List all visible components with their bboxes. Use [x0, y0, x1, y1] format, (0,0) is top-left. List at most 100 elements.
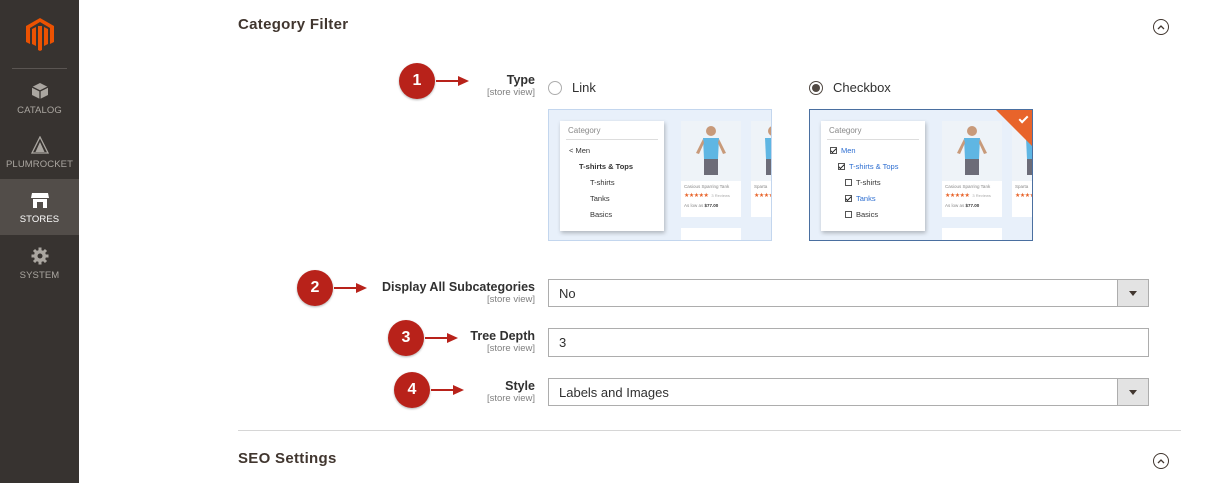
price-value: $77.00 [704, 203, 719, 208]
category-line: Men [830, 146, 856, 155]
preview-checkbox[interactable]: Category Men T-shirts & Tops T-shirts Ta… [809, 109, 1033, 241]
product-image [751, 121, 771, 181]
product-card: Casious Sparring Tank ★★★★★ 3 Reviews As … [681, 121, 741, 217]
annotation-marker-1: 1 [399, 63, 435, 99]
checkbox-icon [845, 211, 852, 218]
divider [827, 139, 919, 140]
category-line: Tanks [590, 194, 610, 203]
logo-divider [12, 68, 67, 69]
type-scope: [store view] [486, 87, 535, 98]
collapse-seo-settings-button[interactable] [1153, 453, 1169, 469]
sidebar-item-label: SYSTEM [19, 269, 60, 281]
sidebar-item-catalog[interactable]: CATALOG [0, 70, 79, 126]
category-line-label: T-shirts & Tops [849, 162, 899, 171]
sidebar-item-system[interactable]: SYSTEM [0, 235, 79, 291]
label-text: Style [505, 379, 535, 393]
product-name: Casious Sparring Tank [684, 184, 730, 189]
category-line-label: Men [841, 146, 856, 155]
display-all-subcategories-label: Display All Subcategories [store view] [382, 280, 535, 305]
price-prefix: As low as [684, 203, 704, 208]
category-line: < Men [569, 146, 591, 155]
category-line-label: Basics [856, 210, 879, 219]
category-box: Category Men T-shirts & Tops T-shirts Ta… [821, 121, 925, 231]
arrow-right-icon [431, 385, 464, 395]
type-radio-link[interactable]: Link [548, 80, 596, 95]
radio-circle[interactable] [809, 80, 823, 95]
dropdown-arrow-icon[interactable] [1117, 280, 1148, 306]
radio-label: Link [572, 80, 596, 95]
store-icon [30, 190, 50, 210]
divider [566, 139, 658, 140]
label-text: Tree Depth [470, 329, 535, 343]
plumrocket-icon [30, 135, 49, 155]
product-price: As low as $77.00 [945, 203, 979, 208]
product-rating: ★★★★★ [1015, 193, 1032, 199]
type-radio-checkbox[interactable]: Checkbox [809, 80, 891, 95]
sidebar-item-plumrocket[interactable]: PLUMROCKET [0, 124, 79, 180]
category-box-title: Category [568, 126, 601, 135]
radio-circle[interactable] [548, 80, 562, 95]
category-line-label: T-shirts [856, 178, 881, 187]
stars-text: ★★★★★ [684, 193, 709, 199]
type-label: Type [store view] [487, 73, 535, 98]
dropdown-arrow-icon[interactable] [1117, 379, 1148, 405]
sidebar-item-stores[interactable]: STORES [0, 179, 79, 235]
display-all-subcategories-select[interactable]: No [548, 279, 1149, 307]
category-line: Tanks [845, 194, 876, 203]
annotation-marker-4: 4 [394, 372, 430, 408]
product-rating: ★★★★★ 3 Reviews [945, 192, 991, 199]
arrow-right-icon [334, 283, 367, 293]
reviews-text: 3 Reviews [972, 193, 991, 198]
gear-icon [31, 246, 49, 266]
annotation-marker-2: 2 [297, 270, 333, 306]
admin-sidebar: CATALOG PLUMROCKET STORES SYSTEM [0, 0, 79, 483]
sidebar-item-label: PLUMROCKET [6, 158, 73, 170]
preview-link[interactable]: Category < Men T-shirts & Tops T-shirts … [548, 109, 772, 241]
product-name: Sparta [754, 184, 768, 189]
category-line: T-shirts [590, 178, 615, 187]
section-divider [238, 430, 1181, 431]
product-image [681, 121, 741, 181]
tree-depth-label: Tree Depth [store view] [470, 329, 535, 354]
category-line: Basics [590, 210, 613, 219]
price-prefix: As low as [945, 203, 965, 208]
product-rating: ★★★★★ 3 Reviews [684, 192, 730, 199]
category-line-label: Tanks [856, 194, 876, 203]
seo-settings-title[interactable]: SEO Settings [238, 450, 337, 467]
checkbox-checked-icon [830, 147, 837, 154]
product-rating: ★★★★★ [754, 193, 771, 199]
product-card-bottom [942, 228, 1002, 240]
magento-logo[interactable] [0, 0, 79, 68]
checkbox-checked-icon [838, 163, 845, 170]
chevron-up-icon [1157, 459, 1165, 464]
category-line: T-shirts & Tops [838, 162, 898, 171]
stars-text: ★★★★★ [945, 193, 970, 199]
category-line: Basics [845, 210, 878, 219]
style-select[interactable]: Labels and Images [548, 378, 1149, 406]
category-box-title: Category [829, 126, 862, 135]
arrow-right-icon [425, 333, 458, 343]
checkbox-icon [845, 179, 852, 186]
magento-logo-icon [25, 18, 54, 51]
scope-text: [store view] [486, 343, 535, 354]
tree-depth-input-wrapper [548, 328, 1149, 357]
sidebar-item-label: STORES [19, 213, 60, 225]
scope-text: [store view] [486, 393, 535, 404]
checkbox-checked-icon [845, 195, 852, 202]
product-card-partial: Sparta ★★★★★ [751, 121, 771, 217]
type-label-text: Type [506, 73, 535, 87]
page: CATALOG PLUMROCKET STORES SYSTEM Categor… [0, 0, 1206, 483]
select-value: Labels and Images [559, 385, 669, 400]
style-label: Style [store view] [487, 379, 535, 404]
select-value: No [559, 286, 576, 301]
label-text: Display All Subcategories [381, 280, 535, 294]
collapse-category-filter-button[interactable] [1153, 19, 1169, 35]
tree-depth-input[interactable] [549, 329, 1148, 356]
category-filter-title[interactable]: Category Filter [238, 16, 348, 33]
arrow-right-icon [436, 76, 469, 86]
product-image [942, 121, 1002, 181]
sidebar-item-label: CATALOG [17, 104, 62, 116]
price-value: $77.00 [965, 203, 980, 208]
cube-icon [31, 81, 49, 101]
product-card-bottom [681, 228, 741, 240]
